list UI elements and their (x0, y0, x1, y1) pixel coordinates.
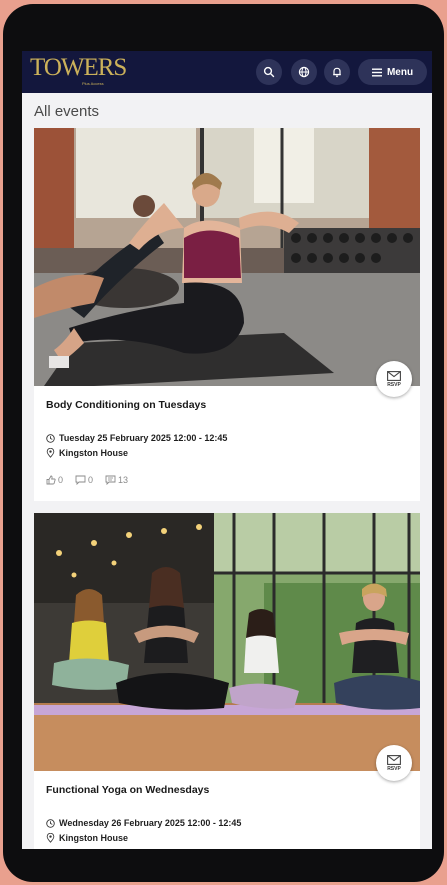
search-button[interactable] (256, 59, 282, 85)
clock-icon (46, 818, 55, 828)
logo-wordmark: TOWERS (30, 54, 127, 81)
location-pin-icon (46, 833, 55, 843)
notifications-button[interactable] (324, 59, 350, 85)
event-image-functional-yoga[interactable] (34, 513, 420, 771)
event-datetime: Wednesday 26 February 2025 12:00 - 12:45 (59, 818, 242, 828)
view-stat: 13 (105, 475, 128, 485)
event-location-row: Kingston House (46, 448, 128, 458)
comment-stat[interactable]: 0 (75, 475, 93, 485)
comment-icon (75, 475, 86, 485)
hamburger-icon (371, 68, 382, 76)
phone-frame: TOWERS Plus Access Menu All events RSVP … (3, 4, 444, 882)
event-datetime: Tuesday 25 February 2025 12:00 - 12:45 (59, 433, 228, 443)
event-image-body-conditioning[interactable] (34, 128, 420, 386)
event-stats: 0 0 13 (46, 475, 128, 485)
event-title[interactable]: Functional Yoga on Wednesdays (46, 784, 209, 796)
top-navigation-bar: TOWERS Plus Access Menu (22, 51, 432, 93)
globe-icon (298, 66, 310, 78)
search-icon (263, 66, 275, 78)
like-count: 0 (58, 475, 64, 485)
rsvp-button[interactable]: RSVP (376, 745, 412, 781)
event-datetime-row: Wednesday 26 February 2025 12:00 - 12:45 (46, 818, 241, 828)
page-title: All events (34, 103, 100, 120)
like-stat[interactable]: 0 (46, 475, 63, 485)
language-button[interactable] (291, 59, 317, 85)
clock-icon (46, 433, 55, 443)
event-datetime-row: Tuesday 25 February 2025 12:00 - 12:45 (46, 433, 227, 443)
menu-label: Menu (386, 66, 414, 78)
event-location: Kingston House (59, 833, 128, 843)
location-pin-icon (46, 448, 55, 458)
menu-button[interactable]: Menu (358, 59, 427, 85)
envelope-icon (387, 754, 401, 765)
towers-logo[interactable]: TOWERS Plus Access (30, 54, 127, 89)
event-card[interactable]: RSVP Body Conditioning on Tuesdays Tuesd… (34, 128, 420, 501)
event-location: Kingston House (59, 448, 128, 458)
rsvp-button[interactable]: RSVP (376, 361, 412, 397)
envelope-icon (387, 370, 401, 381)
rsvp-label: RSVP (387, 381, 401, 388)
comment-count: 0 (88, 475, 94, 485)
views-icon (105, 475, 116, 485)
logo-subtext: Plus Access (82, 81, 104, 86)
view-count: 13 (118, 475, 129, 485)
rsvp-label: RSVP (387, 765, 401, 772)
bell-icon (333, 67, 341, 78)
app-screen: TOWERS Plus Access Menu All events RSVP … (22, 51, 432, 849)
event-title[interactable]: Body Conditioning on Tuesdays (46, 399, 206, 411)
thumbs-up-icon (46, 475, 56, 485)
event-location-row: Kingston House (46, 833, 128, 843)
event-card[interactable]: RSVP Functional Yoga on Wednesdays Wedne… (34, 513, 420, 849)
